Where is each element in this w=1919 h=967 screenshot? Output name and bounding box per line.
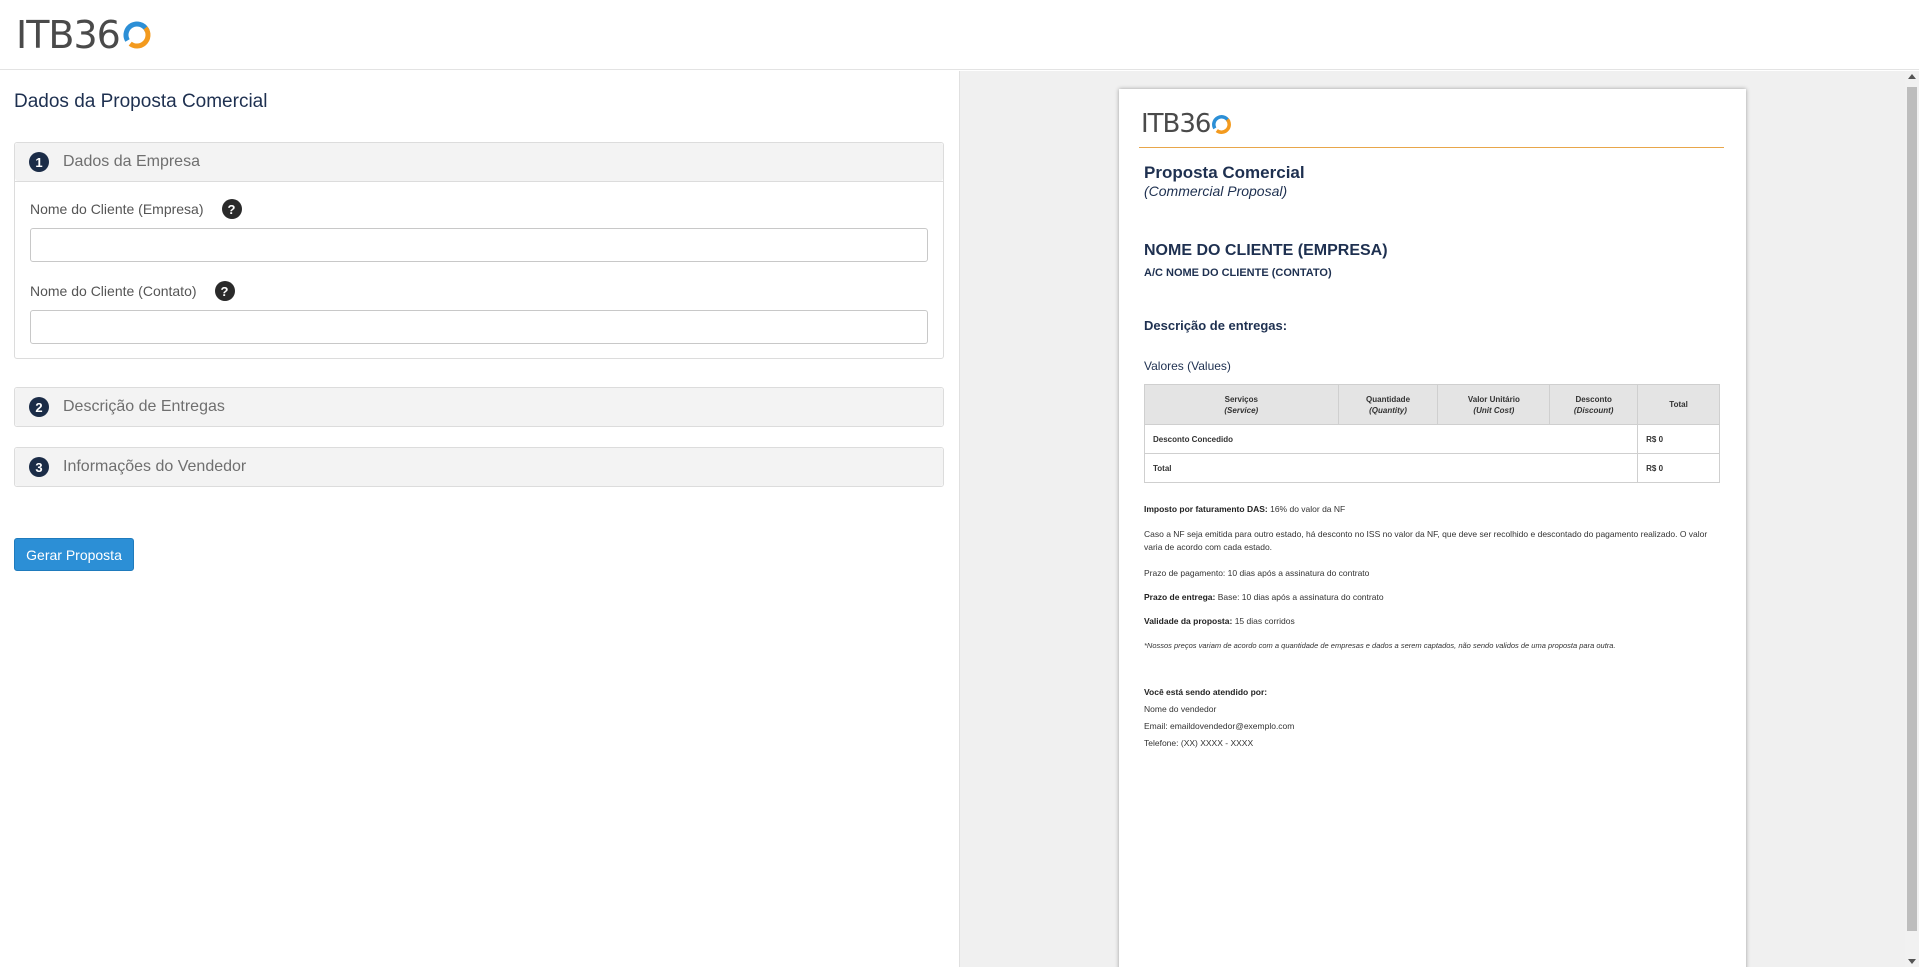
disclaimer-note: *Nossos preços variam de acordo com a qu… — [1144, 641, 1616, 650]
table-row: Desconto Concedido R$ 0 — [1143, 424, 1720, 454]
values-table: Serviços (Service) Quantidade (Quantity) V… — [1143, 384, 1720, 483]
delivery-term: Prazo de entrega: Base: 10 dias após a a… — [1144, 592, 1384, 602]
section-deliverables: 2 Descrição de Entregas — [14, 387, 944, 427]
section-label: Descrição de Entregas — [63, 398, 225, 415]
preview-scrollbar[interactable] — [1905, 71, 1919, 967]
preview-panel[interactable]: ITB36 Proposta Comercial (Commercial Pro… — [959, 71, 1905, 967]
step-number-badge: 1 — [29, 152, 49, 172]
top-bar: ITB36 — [0, 0, 1919, 70]
table-header-row: Serviços (Service) Quantidade (Quantity) V… — [1144, 384, 1720, 425]
scrollbar-thumb[interactable] — [1907, 87, 1917, 931]
values-heading: Valores (Values) — [1144, 359, 1231, 373]
client-name: NOME DO CLIENTE (EMPRESA) — [1144, 242, 1388, 259]
proposal-document: ITB36 Proposta Comercial (Commercial Pro… — [1119, 89, 1746, 967]
section-label: Dados da Empresa — [63, 153, 200, 170]
deliverables-heading: Descrição de entregas: — [1144, 318, 1288, 333]
scroll-up-arrow-icon[interactable] — [1908, 74, 1916, 79]
table-cell-value: R$ 0 — [1637, 424, 1720, 454]
table-header-cell: Desconto (Discount) — [1549, 384, 1639, 425]
table-row: Total R$ 0 — [1143, 453, 1720, 483]
step-number-badge: 2 — [29, 397, 49, 417]
header-divider — [1139, 147, 1724, 148]
document-subtitle: (Commercial Proposal) — [1144, 183, 1288, 199]
section-seller-info: 3 Informações do Vendedor — [14, 447, 944, 487]
document-logo-text: ITB36 — [1141, 109, 1211, 139]
logo-ring-icon — [1212, 114, 1232, 134]
section-header-company[interactable]: 1 Dados da Empresa — [15, 143, 943, 181]
form-panel: Dados da Proposta Comercial 1 Dados da E… — [0, 71, 959, 967]
tax-note: Imposto por faturamento DAS: 16% do valo… — [1144, 504, 1346, 514]
app-logo[interactable]: ITB36 — [16, 14, 152, 56]
attended-by-label: Você está sendo atendido por: — [1144, 687, 1268, 697]
table-header-cell: Serviços (Service) — [1144, 384, 1339, 425]
table-header-cell: Valor Unitário (Unit Cost) — [1437, 384, 1551, 425]
client-contact-label-row: Nome do Cliente (Contato) ? — [30, 280, 928, 302]
scroll-down-arrow-icon[interactable] — [1908, 959, 1916, 964]
section-header-deliverables[interactable]: 2 Descrição de Entregas — [15, 388, 943, 426]
section-header-seller[interactable]: 3 Informações do Vendedor — [15, 448, 943, 486]
document-logo: ITB36 — [1141, 109, 1232, 139]
table-cell-label: Total — [1143, 453, 1639, 483]
client-company-label: Nome do Cliente (Empresa) — [30, 201, 204, 217]
document-title: Proposta Comercial — [1144, 163, 1305, 182]
section-body-company: Nome do Cliente (Empresa) ? Nome do Clie… — [15, 181, 943, 358]
payment-term: Prazo de pagamento: 10 dias após a assin… — [1144, 568, 1370, 578]
section-company-data: 1 Dados da Empresa Nome do Cliente (Empr… — [14, 142, 944, 359]
section-label: Informações do Vendedor — [63, 458, 247, 475]
validity-term: Validade da proposta: 15 dias corridos — [1144, 616, 1295, 626]
page-title: Dados da Proposta Comercial — [14, 91, 268, 112]
client-contact: A/C NOME DO CLIENTE (CONTATO) — [1144, 267, 1332, 279]
client-company-input[interactable] — [30, 228, 928, 262]
help-icon[interactable]: ? — [214, 281, 235, 301]
generate-proposal-button[interactable]: Gerar Proposta — [14, 538, 134, 571]
client-company-label-row: Nome do Cliente (Empresa) ? — [30, 198, 928, 220]
table-header-cell: Total — [1637, 384, 1720, 425]
client-contact-label: Nome do Cliente (Contato) — [30, 283, 197, 299]
seller-name: Nome do vendedor — [1144, 704, 1217, 714]
table-cell-value: R$ 0 — [1637, 453, 1720, 483]
iss-note: Caso a NF seja emitida para outro estado… — [1144, 529, 1708, 552]
logo-ring-icon — [123, 21, 151, 49]
client-contact-input[interactable] — [30, 310, 928, 344]
seller-email: Email: emaildovendedor@exemplo.com — [1144, 721, 1295, 731]
table-cell-label: Desconto Concedido — [1143, 424, 1639, 454]
help-icon[interactable]: ? — [221, 199, 242, 219]
step-number-badge: 3 — [29, 457, 49, 477]
logo-text: ITB36 — [16, 13, 121, 57]
seller-phone: Telefone: (XX) XXXX - XXXX — [1144, 738, 1254, 748]
table-header-cell: Quantidade (Quantity) — [1337, 384, 1439, 425]
